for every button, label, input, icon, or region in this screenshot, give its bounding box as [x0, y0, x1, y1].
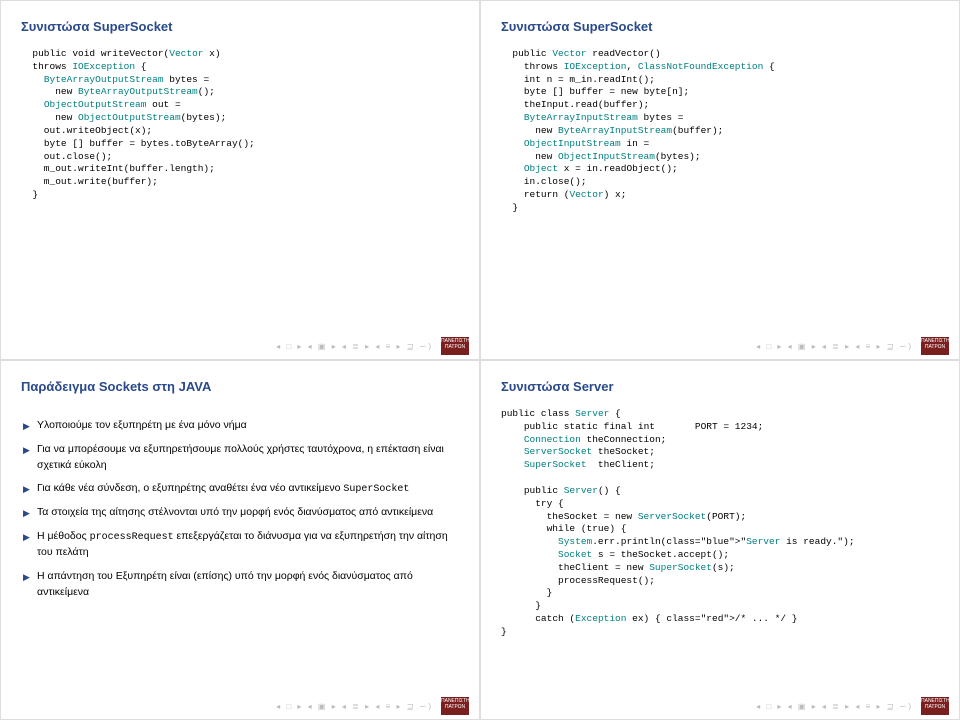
- slide-title: Συνιστώσα Server: [501, 379, 939, 394]
- bullet-icon: ▶: [23, 569, 37, 601]
- slide-navbar: ◂ □ ▸ ◂ ▣ ▸ ◂ ≣ ▸ ◂ ≡ ▸ ⊒ ∽) ΠΑΝΕΠΙΣΤΗΜΙ…: [756, 337, 949, 355]
- list-item: ▶Υλοποιούμε τον εξυπηρέτη με ένα μόνο νή…: [23, 418, 459, 434]
- list-item: ▶Για να μπορέσουμε να εξυπηρετήσουμε πολ…: [23, 442, 459, 474]
- list-item-text: Για να μπορέσουμε να εξυπηρετήσουμε πολλ…: [37, 442, 459, 474]
- nav-symbols[interactable]: ◂ □ ▸ ◂ ▣ ▸ ◂ ≣ ▸ ◂ ≡ ▸ ⊒ ∽): [276, 702, 433, 711]
- slide-navbar: ◂ □ ▸ ◂ ▣ ▸ ◂ ≣ ▸ ◂ ≡ ▸ ⊒ ∽) ΠΑΝΕΠΙΣΤΗΜΙ…: [276, 337, 469, 355]
- code-block: public void writeVector(Vector x) throws…: [21, 48, 459, 202]
- list-item: ▶Η μέθοδος processRequest επεξεργάζεται …: [23, 529, 459, 561]
- slide-bottom-right: Συνιστώσα Server public class Server { p…: [480, 360, 960, 720]
- nav-symbols[interactable]: ◂ □ ▸ ◂ ▣ ▸ ◂ ≣ ▸ ◂ ≡ ▸ ⊒ ∽): [756, 342, 913, 351]
- list-item-text: Η μέθοδος processRequest επεξεργάζεται τ…: [37, 529, 459, 561]
- list-item: ▶Για κάθε νέα σύνδεση, ο εξυπηρέτης αναθ…: [23, 481, 459, 497]
- bullet-list: ▶Υλοποιούμε τον εξυπηρέτη με ένα μόνο νή…: [21, 408, 459, 600]
- bullet-icon: ▶: [23, 529, 37, 561]
- slide-navbar: ◂ □ ▸ ◂ ▣ ▸ ◂ ≣ ▸ ◂ ≡ ▸ ⊒ ∽) ΠΑΝΕΠΙΣΤΗΜΙ…: [756, 697, 949, 715]
- list-item-text: Υλοποιούμε τον εξυπηρέτη με ένα μόνο νήμ…: [37, 418, 459, 434]
- list-item-text: Για κάθε νέα σύνδεση, ο εξυπηρέτης αναθέ…: [37, 481, 459, 497]
- bullet-icon: ▶: [23, 418, 37, 434]
- slide-top-right: Συνιστώσα SuperSocket public Vector read…: [480, 0, 960, 360]
- slide-navbar: ◂ □ ▸ ◂ ▣ ▸ ◂ ≣ ▸ ◂ ≡ ▸ ⊒ ∽) ΠΑΝΕΠΙΣΤΗΜΙ…: [276, 697, 469, 715]
- university-logo: ΠΑΝΕΠΙΣΤΗΜΙΟ ΠΑΤΡΩΝ: [441, 697, 469, 715]
- nav-symbols[interactable]: ◂ □ ▸ ◂ ▣ ▸ ◂ ≣ ▸ ◂ ≡ ▸ ⊒ ∽): [276, 342, 433, 351]
- slide-title: Παράδειγμα Sockets στη JAVA: [21, 379, 459, 394]
- slide-top-left: Συνιστώσα SuperSocket public void writeV…: [0, 0, 480, 360]
- list-item: ▶Η απάντηση του Εξυπηρέτη είναι (επίσης)…: [23, 569, 459, 601]
- list-item-text: Η απάντηση του Εξυπηρέτη είναι (επίσης) …: [37, 569, 459, 601]
- list-item: ▶Τα στοιχεία της αίτησης στέλνονται υπό …: [23, 505, 459, 521]
- slide-title: Συνιστώσα SuperSocket: [21, 19, 459, 34]
- bullet-icon: ▶: [23, 505, 37, 521]
- bullet-icon: ▶: [23, 481, 37, 497]
- list-item-text: Τα στοιχεία της αίτησης στέλνονται υπό τ…: [37, 505, 459, 521]
- slide-bottom-left: Παράδειγμα Sockets στη JAVA ▶Υλοποιούμε …: [0, 360, 480, 720]
- bullet-icon: ▶: [23, 442, 37, 474]
- university-logo: ΠΑΝΕΠΙΣΤΗΜΙΟ ΠΑΤΡΩΝ: [921, 337, 949, 355]
- slide-title: Συνιστώσα SuperSocket: [501, 19, 939, 34]
- nav-symbols[interactable]: ◂ □ ▸ ◂ ▣ ▸ ◂ ≣ ▸ ◂ ≡ ▸ ⊒ ∽): [756, 702, 913, 711]
- university-logo: ΠΑΝΕΠΙΣΤΗΜΙΟ ΠΑΤΡΩΝ: [441, 337, 469, 355]
- code-block: public class Server { public static fina…: [501, 408, 939, 639]
- code-block: public Vector readVector() throws IOExce…: [501, 48, 939, 215]
- university-logo: ΠΑΝΕΠΙΣΤΗΜΙΟ ΠΑΤΡΩΝ: [921, 697, 949, 715]
